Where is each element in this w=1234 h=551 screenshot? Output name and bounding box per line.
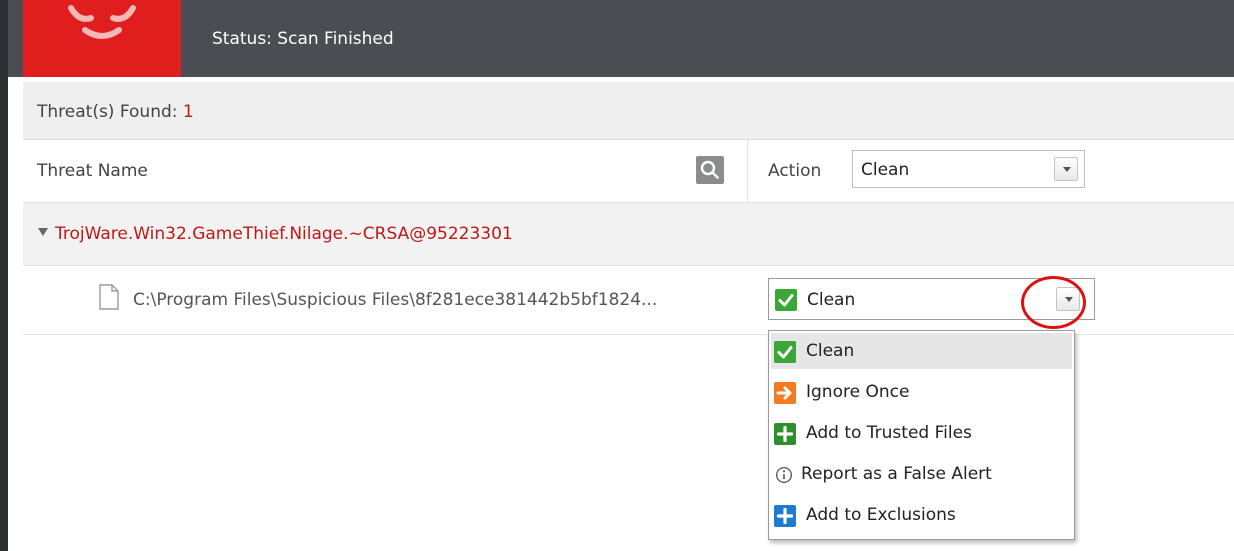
threats-found-count: 1	[182, 102, 194, 122]
menu-item-add-to-exclusions[interactable]: Add to Exclusions	[771, 497, 1072, 533]
scan-status-text: Status: Scan Finished	[212, 29, 394, 49]
file-path: C:\Program Files\Suspicious Files\8f281e…	[133, 290, 658, 310]
info-icon	[775, 466, 793, 484]
threats-found-summary: Threat(s) Found: 1	[37, 102, 194, 122]
menu-item-add-to-trusted-files[interactable]: Add to Trusted Files	[771, 415, 1072, 451]
biohazard-icon	[68, 5, 136, 39]
green-check-icon	[774, 341, 796, 363]
orange-arrow-icon	[774, 382, 796, 404]
threats-found-bar: Threat(s) Found: 1	[23, 82, 1234, 140]
expand-caret-icon[interactable]	[37, 227, 49, 237]
window-left-edge	[0, 0, 8, 551]
brand-logo	[23, 0, 181, 77]
search-icon	[700, 160, 719, 179]
menu-item-report-false-alert[interactable]: Report as a False Alert	[771, 456, 1072, 492]
threats-found-label: Threat(s) Found:	[37, 102, 183, 122]
menu-item-label: Add to Exclusions	[806, 505, 956, 525]
threat-name: TrojWare.Win32.GameThief.Nilage.~CRSA@95…	[55, 224, 513, 244]
menu-item-label: Ignore Once	[806, 382, 910, 402]
results-table-header: Threat Name Action Clean	[23, 140, 1234, 203]
threat-name-column-header: Threat Name	[37, 161, 148, 181]
global-action-select[interactable]: Clean	[852, 150, 1085, 188]
action-column-header: Action	[768, 161, 822, 181]
blue-plus-icon	[774, 505, 796, 527]
menu-item-clean[interactable]: Clean	[771, 333, 1072, 369]
search-button[interactable]	[696, 156, 724, 184]
green-plus-icon	[774, 423, 796, 445]
menu-item-label: Clean	[806, 341, 855, 361]
file-action-select-value: Clean	[807, 290, 856, 310]
global-action-select-value: Clean	[861, 160, 910, 180]
file-icon	[99, 284, 119, 310]
chevron-down-icon	[1063, 167, 1071, 172]
action-dropdown-menu: Clean Ignore Once Add to Trusted Files R…	[768, 330, 1075, 540]
menu-item-label: Add to Trusted Files	[806, 423, 972, 443]
column-divider	[747, 140, 748, 202]
top-status-bar	[8, 0, 1234, 77]
menu-item-label: Report as a False Alert	[801, 464, 992, 484]
annotation-highlight-circle	[1021, 276, 1086, 329]
menu-item-ignore-once[interactable]: Ignore Once	[771, 374, 1072, 410]
global-action-dropdown-button[interactable]	[1054, 157, 1078, 181]
green-check-icon	[775, 289, 797, 311]
threat-group-row[interactable]: TrojWare.Win32.GameThief.Nilage.~CRSA@95…	[23, 203, 1234, 266]
